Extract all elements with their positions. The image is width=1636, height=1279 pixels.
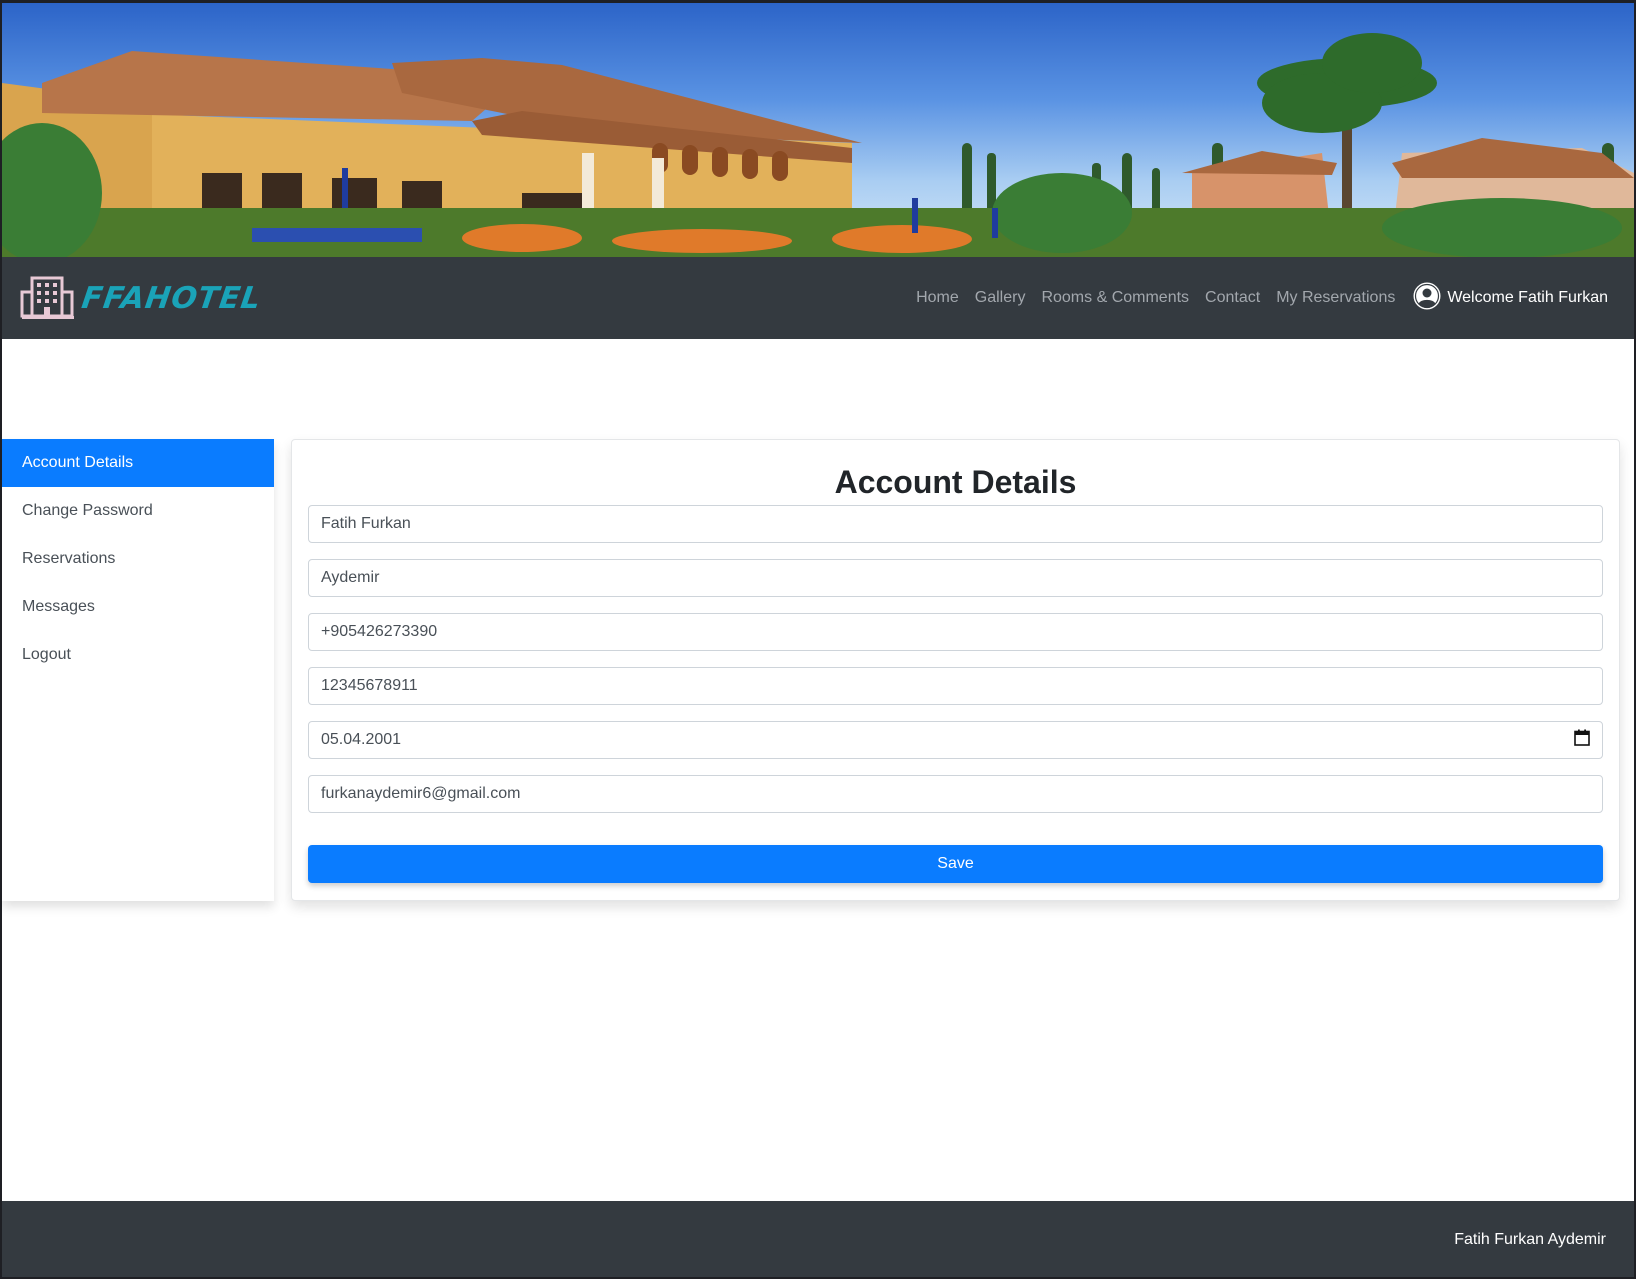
brand-name: FFAHOTEL	[79, 280, 264, 316]
phone-value: +905426273390	[321, 623, 438, 640]
nav-link-home[interactable]: Home	[916, 289, 959, 307]
birth-date-value: 05.04.2001	[321, 731, 402, 748]
account-sidebar: Account Details Change Password Reservat…	[2, 439, 274, 901]
hotel-building-icon	[18, 272, 76, 325]
sidebar-item-account-details[interactable]: Account Details	[2, 439, 274, 487]
sidebar-item-messages[interactable]: Messages	[2, 583, 274, 631]
user-menu[interactable]: Welcome Fatih Furkan	[1413, 282, 1608, 315]
footer: Fatih Furkan Aydemir	[2, 1201, 1634, 1277]
navbar: FFAHOTEL Home Gallery Rooms & Comments C…	[2, 257, 1634, 339]
account-details-card: Account Details Fatih Furkan Aydemir +90…	[291, 439, 1620, 901]
hotel-photo	[2, 33, 1634, 257]
first-name-value: Fatih Furkan	[321, 515, 411, 532]
save-button[interactable]: Save	[308, 845, 1603, 883]
first-name-field[interactable]: Fatih Furkan	[308, 505, 1603, 543]
email-field[interactable]: furkanaydemir6@gmail.com	[308, 775, 1603, 813]
birth-date-field[interactable]: 05.04.2001	[308, 721, 1603, 759]
nav-link-contact[interactable]: Contact	[1205, 289, 1260, 307]
id-number-value: 12345678911	[321, 677, 418, 694]
footer-author: Fatih Furkan Aydemir	[1454, 1231, 1606, 1248]
calendar-icon[interactable]	[1574, 729, 1590, 751]
last-name-field[interactable]: Aydemir	[308, 559, 1603, 597]
nav-links: Home Gallery Rooms & Comments Contact My…	[916, 282, 1608, 315]
page: FFAHOTEL Home Gallery Rooms & Comments C…	[0, 0, 1636, 1279]
phone-field[interactable]: +905426273390	[308, 613, 1603, 651]
nav-link-gallery[interactable]: Gallery	[975, 289, 1026, 307]
id-number-field[interactable]: 12345678911	[308, 667, 1603, 705]
sidebar-item-reservations[interactable]: Reservations	[2, 535, 274, 583]
hero-banner-image	[2, 3, 1634, 257]
user-avatar-icon	[1413, 282, 1441, 315]
sidebar-item-change-password[interactable]: Change Password	[2, 487, 274, 535]
sidebar-item-logout[interactable]: Logout	[2, 631, 274, 679]
last-name-value: Aydemir	[321, 569, 380, 586]
welcome-text: Welcome Fatih Furkan	[1447, 289, 1608, 306]
nav-link-my-reservations[interactable]: My Reservations	[1276, 289, 1395, 307]
email-value: furkanaydemir6@gmail.com	[321, 785, 521, 802]
brand[interactable]: FFAHOTEL	[18, 272, 264, 325]
nav-link-rooms-comments[interactable]: Rooms & Comments	[1041, 289, 1189, 307]
page-title: Account Details	[834, 464, 1077, 500]
